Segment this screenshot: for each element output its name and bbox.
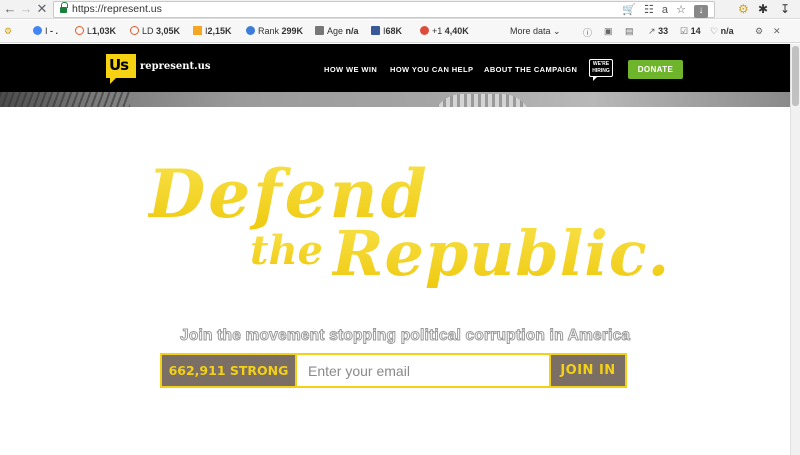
hero-photo-strip <box>0 92 790 107</box>
linking-domains-icon <box>130 26 139 35</box>
checkbox-icon: ☑ <box>680 26 689 36</box>
chevron-down-icon: ⌄ <box>553 26 561 36</box>
facebook-icon <box>371 26 380 35</box>
heart-icon: ♡ <box>710 26 719 36</box>
page-icon[interactable]: ▣ <box>604 26 613 37</box>
logo-wordmark[interactable]: represent.us <box>140 61 211 72</box>
nav-how-we-win[interactable]: HOW WE WIN <box>324 65 377 74</box>
hero-tagline: Join the movement stopping political cor… <box>180 327 631 345</box>
back-arrow-icon[interactable]: ← <box>2 1 18 17</box>
nav-how-you-can-help[interactable]: HOW YOU CAN HELP <box>390 65 473 74</box>
hiring-badge[interactable]: WE'RE HIRING <box>589 59 613 81</box>
globe-icon <box>246 26 255 35</box>
seo-item-google-index[interactable]: I - . <box>33 26 58 36</box>
seo-settings-gear-icon[interactable]: ⚙ <box>755 26 763 37</box>
forward-arrow-icon[interactable]: → <box>18 1 34 17</box>
signup-form: 662,911 STRONG JOIN IN <box>160 353 627 388</box>
hero-title-the: the <box>250 227 324 274</box>
google-icon <box>33 26 42 35</box>
document-icon[interactable]: ▤ <box>625 26 634 37</box>
seo-item-age[interactable]: Age n/a <box>315 26 359 36</box>
seo-settings-icon[interactable]: ⚙ <box>4 26 12 37</box>
hero-title-republic: Republic. <box>332 217 671 290</box>
email-input[interactable] <box>299 355 549 386</box>
capitol-dome-image <box>432 94 532 107</box>
seo-item-facebook[interactable]: I68K <box>371 26 402 36</box>
hero-title: Defend the Republic. <box>140 155 669 305</box>
extension-sun-icon[interactable]: ⚙ <box>738 2 749 16</box>
external-link-icon: ↗ <box>648 26 656 36</box>
tree-branches-image <box>0 92 130 107</box>
seo-toolbar: ⚙ I - . L1,03K LD 3,05K I2,15K Rank 299K… <box>0 20 800 43</box>
scrollbar-thumb[interactable] <box>792 46 799 106</box>
bookmark-star-icon[interactable]: ☆ <box>676 4 686 16</box>
more-data-dropdown[interactable]: More data ⌄ <box>510 26 561 37</box>
download-arrow-icon[interactable]: ↓ <box>694 5 708 18</box>
address-bar-icons: 🛒 ☷ a ☆ ↓ <box>617 3 708 18</box>
logo-mark[interactable]: Us <box>106 54 136 84</box>
calendar-icon <box>315 26 324 35</box>
links-icon <box>75 26 84 35</box>
info-icon[interactable]: ⓘ <box>583 26 592 39</box>
seo-item-google-plus[interactable]: +1 4,40K <box>420 26 469 36</box>
google-plus-icon <box>420 26 429 35</box>
page-scrollbar[interactable] <box>790 44 800 455</box>
seo-close-icon[interactable]: ✕ <box>773 26 781 37</box>
site-header: Us represent.us HOW WE WIN HOW YOU CAN H… <box>0 44 790 92</box>
amazon-icon[interactable]: a <box>662 4 668 16</box>
browser-toolbar: ← → ✕ https://represent.us 🛒 ☷ a ☆ ↓ ⚙ ✱… <box>0 0 800 19</box>
seo-count-links[interactable]: ↗ 33 <box>648 26 668 37</box>
seo-item-rank[interactable]: Rank 299K <box>246 26 303 36</box>
lock-icon <box>60 2 68 14</box>
bing-icon <box>193 26 202 35</box>
address-bar[interactable]: https://represent.us 🛒 ☷ a ☆ ↓ <box>53 1 715 18</box>
seo-item-linking-domains[interactable]: LD 3,05K <box>130 26 180 36</box>
member-count: 662,911 STRONG <box>162 355 297 386</box>
url-text: https://represent.us <box>72 3 162 15</box>
seo-item-links[interactable]: L1,03K <box>75 26 116 36</box>
download-icon[interactable]: ↧ <box>780 2 790 16</box>
nav-about-the-campaign[interactable]: ABOUT THE CAMPAIGN <box>484 65 577 74</box>
translate-icon[interactable]: ☷ <box>644 4 654 16</box>
stop-loading-icon[interactable]: ✕ <box>34 1 50 17</box>
donate-button[interactable]: DONATE <box>628 60 683 79</box>
join-in-button[interactable]: JOIN IN <box>549 355 625 386</box>
extension-gear-icon[interactable]: ✱ <box>758 2 768 16</box>
logo-us-text: Us <box>109 56 129 74</box>
seo-count-pages[interactable]: ☑ 14 <box>680 26 701 37</box>
shopping-cart-icon[interactable]: 🛒 <box>622 4 636 16</box>
seo-count-hearts[interactable]: ♡ n/a <box>710 26 734 37</box>
seo-item-bing-index[interactable]: I2,15K <box>193 26 232 36</box>
